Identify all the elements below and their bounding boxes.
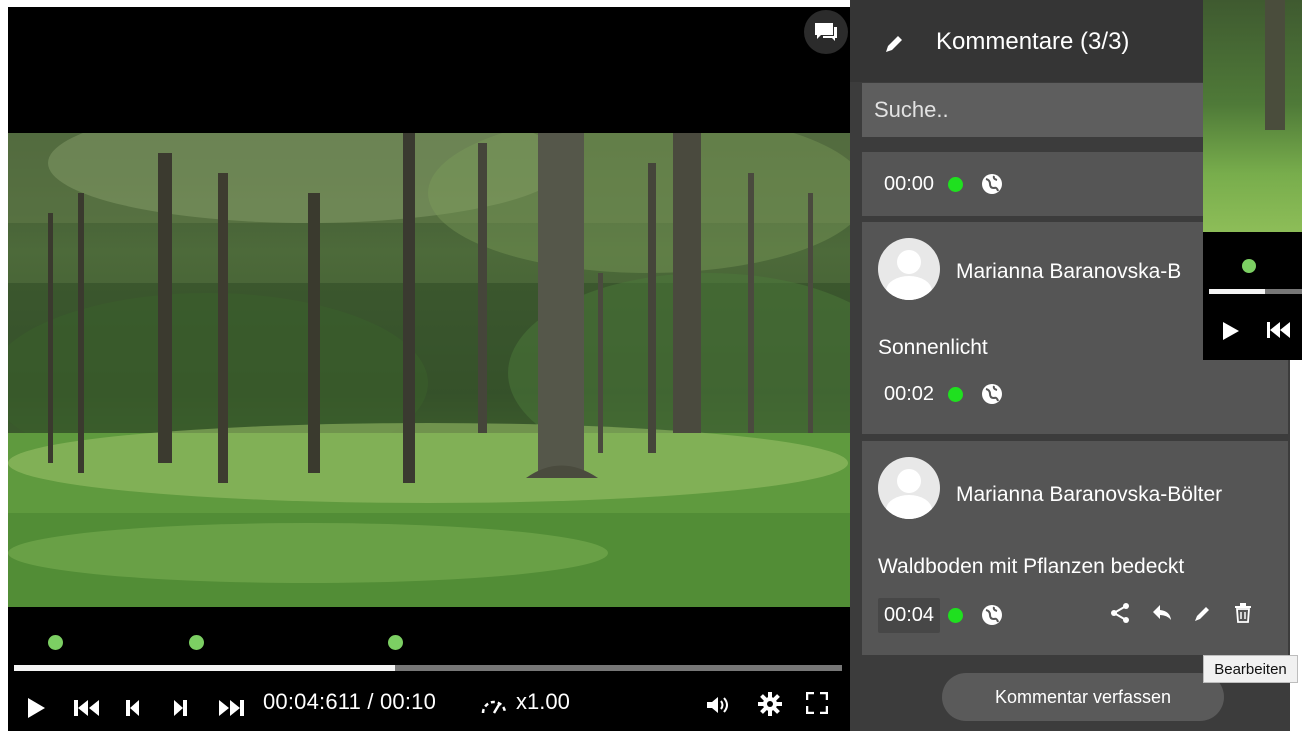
- skip-back-icon: [1267, 322, 1290, 338]
- reply-icon: [1153, 605, 1171, 620]
- play-button[interactable]: [26, 697, 46, 719]
- comment-actions: [1110, 603, 1252, 628]
- step-forward-button[interactable]: [173, 699, 187, 717]
- speedometer-icon: [481, 700, 507, 714]
- pencil-icon: [886, 36, 902, 52]
- trash-icon: [1235, 603, 1251, 623]
- comment-marker[interactable]: [48, 635, 63, 650]
- forest-scene: [8, 133, 850, 607]
- mini-play-button[interactable]: [1221, 321, 1241, 346]
- chat-icon: [815, 23, 837, 41]
- video-frame[interactable]: [8, 133, 850, 607]
- comment-meta: 00:02: [878, 374, 1003, 414]
- globe-icon: [981, 173, 1003, 195]
- comment-author: Marianna Baranovska-B: [956, 260, 1182, 283]
- skip-forward-icon: [219, 700, 244, 716]
- mini-video-frame: [1203, 0, 1302, 232]
- step-forward-icon: [174, 700, 187, 716]
- comment-marker[interactable]: [388, 635, 403, 650]
- play-icon: [1223, 322, 1239, 340]
- globe-icon: [981, 604, 1003, 626]
- reply-button[interactable]: [1152, 604, 1172, 627]
- step-back-button[interactable]: [126, 699, 140, 717]
- comment-card: Marianna Baranovska-Bölter Waldboden mit…: [862, 441, 1288, 655]
- mini-skip-back-button[interactable]: [1267, 321, 1291, 344]
- comment-author: Marianna Baranovska-Bölter: [956, 483, 1223, 506]
- skip-back-icon: [74, 700, 99, 716]
- comment-meta: 00:04: [878, 595, 1003, 635]
- mini-player[interactable]: [1203, 0, 1302, 360]
- comment-timestamp[interactable]: 00:02: [878, 377, 940, 412]
- share-icon: [1111, 603, 1129, 623]
- mini-progress-bar[interactable]: [1209, 289, 1302, 294]
- play-icon: [28, 698, 45, 718]
- gear-icon: [758, 692, 782, 716]
- video-player[interactable]: 00:04:611 / 00:10 x1.00: [8, 7, 850, 731]
- panel-title: Kommentare (3/3): [936, 28, 1130, 55]
- comment-timestamp[interactable]: 00:00: [878, 167, 940, 202]
- fullscreen-icon: [806, 692, 828, 714]
- skip-forward-button[interactable]: [218, 699, 244, 717]
- volume-icon: [707, 697, 728, 713]
- delete-button[interactable]: [1234, 603, 1252, 628]
- comment-marker[interactable]: [1242, 259, 1256, 273]
- playback-speed[interactable]: x1.00: [516, 689, 570, 715]
- comment-markers: [8, 635, 850, 653]
- settings-button[interactable]: [758, 692, 782, 716]
- time-display: 00:04:611 / 00:10: [263, 689, 437, 714]
- edit-button[interactable]: [1194, 604, 1212, 627]
- edit-tooltip: Bearbeiten: [1203, 655, 1298, 683]
- step-back-icon: [126, 700, 139, 716]
- fullscreen-button[interactable]: [806, 692, 828, 714]
- compose-comment-button[interactable]: Kommentar verfassen: [942, 673, 1224, 721]
- comment-marker[interactable]: [189, 635, 204, 650]
- volume-button[interactable]: [706, 695, 732, 715]
- share-button[interactable]: [1110, 603, 1130, 628]
- progress-fill: [14, 665, 395, 671]
- comment-timestamp[interactable]: 00:04: [878, 597, 941, 633]
- status-dot: [948, 176, 964, 192]
- comments-toggle-button[interactable]: [804, 10, 848, 54]
- comment-meta: 00:00: [878, 164, 1003, 204]
- comment-text: Waldboden mit Pflanzen bedeckt: [878, 555, 1185, 578]
- mini-progress-fill: [1209, 289, 1265, 294]
- globe-icon: [981, 383, 1003, 405]
- pencil-icon: [1195, 607, 1209, 621]
- avatar: [878, 238, 940, 300]
- status-dot: [948, 607, 964, 623]
- skip-back-button[interactable]: [74, 699, 100, 717]
- avatar: [878, 457, 940, 519]
- progress-bar[interactable]: [14, 665, 842, 671]
- status-dot: [948, 386, 964, 402]
- player-controls: 00:04:611 / 00:10 x1.00: [8, 683, 850, 727]
- comment-text: Sonnenlicht: [878, 336, 988, 359]
